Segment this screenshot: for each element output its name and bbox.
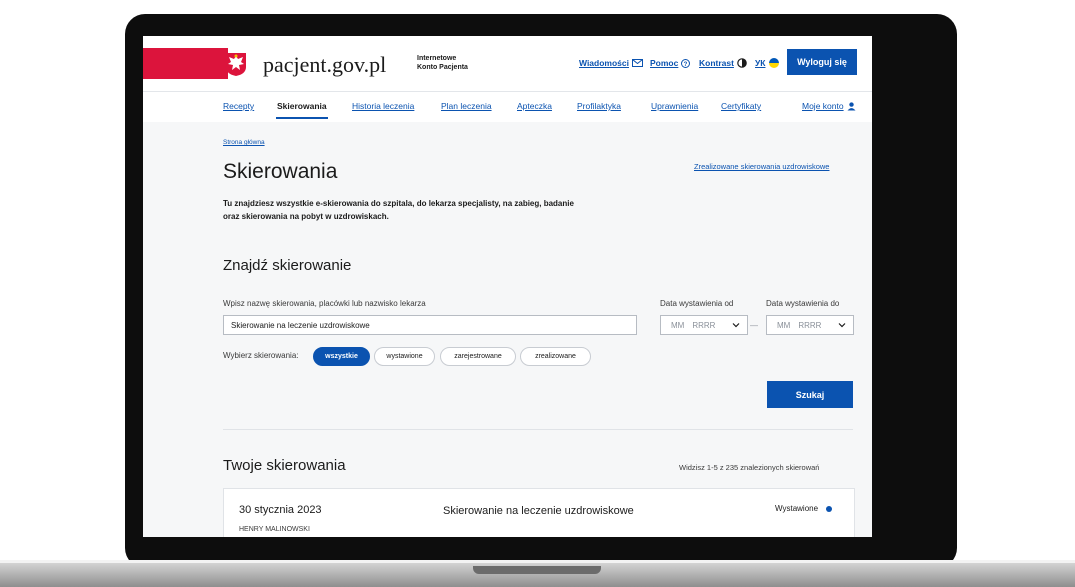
flag-banner bbox=[143, 48, 228, 79]
user-icon bbox=[847, 101, 856, 110]
date-from-year: RRRR bbox=[692, 320, 716, 330]
nav-moje-konto-label: Moje konto bbox=[802, 101, 844, 111]
date-from-month: MM bbox=[671, 320, 685, 330]
contrast-label: Kontrast bbox=[699, 58, 734, 68]
language-label: УК bbox=[755, 58, 766, 68]
contrast-icon bbox=[737, 58, 747, 68]
date-to-year: RRRR bbox=[798, 320, 822, 330]
referral-date: 30 stycznia 2023 bbox=[239, 504, 322, 516]
nav-historia-leczenia[interactable]: Historia leczenia bbox=[352, 101, 414, 111]
laptop-notch bbox=[473, 566, 601, 574]
nav-certyfikaty[interactable]: Certyfikaty bbox=[721, 101, 761, 111]
results-count: Widzisz 1-5 z 235 znalezionych skierowań bbox=[679, 463, 820, 472]
contrast-link[interactable]: Kontrast bbox=[699, 58, 747, 68]
spa-referrals-link[interactable]: Zrealizowane skierowania uzdrowiskowe bbox=[694, 162, 829, 171]
nav-recepty[interactable]: Recepty bbox=[223, 101, 254, 111]
help-link[interactable]: Pomoc ? bbox=[650, 58, 691, 68]
ukraine-flag-icon bbox=[769, 58, 780, 68]
filter-chip-completed[interactable]: zrealizowane bbox=[520, 347, 591, 366]
filter-label: Wybierz skierowania: bbox=[223, 351, 299, 360]
date-to-month: MM bbox=[777, 320, 791, 330]
date-range-dash: — bbox=[750, 321, 758, 330]
site-logo-subtitle: Internetowe Konto Pacjenta bbox=[417, 54, 468, 72]
nav-plan-leczenia[interactable]: Plan leczenia bbox=[441, 101, 492, 111]
search-heading: Znajdź skierowanie bbox=[223, 257, 352, 274]
breadcrumb-home[interactable]: Strona główna bbox=[223, 139, 265, 146]
nav-active-indicator bbox=[276, 117, 328, 119]
envelope-icon bbox=[632, 59, 643, 67]
filter-chip-issued[interactable]: wystawione bbox=[374, 347, 435, 366]
search-button[interactable]: Szukaj bbox=[767, 381, 853, 408]
language-link[interactable]: УК bbox=[755, 58, 780, 68]
nav-apteczka[interactable]: Apteczka bbox=[517, 101, 552, 111]
laptop-base-rim bbox=[0, 560, 1075, 563]
filter-chip-all[interactable]: wszystkie bbox=[313, 347, 370, 366]
date-to-label: Data wystawienia do bbox=[766, 299, 840, 308]
intro-line-1: Tu znajdziesz wszystkie e-skierowania do… bbox=[223, 199, 574, 208]
nav-uprawnienia[interactable]: Uprawnienia bbox=[651, 101, 698, 111]
poland-eagle-icon bbox=[224, 51, 248, 77]
site-logo-text[interactable]: pacjent.gov.pl bbox=[263, 52, 386, 78]
search-input[interactable]: Skierowanie na leczenie uzdrowiskowe bbox=[223, 315, 637, 335]
browser-screen: pacjent.gov.pl Internetowe Konto Pacjent… bbox=[143, 36, 872, 537]
nav-profilaktyka[interactable]: Profilaktyka bbox=[577, 101, 621, 111]
chevron-down-icon bbox=[838, 323, 846, 328]
help-circle-icon: ? bbox=[681, 58, 691, 68]
referral-title: Skierowanie na leczenie uzdrowiskowe bbox=[443, 505, 634, 517]
status-label: Wystawione bbox=[775, 504, 819, 513]
messages-link[interactable]: Wiadomości bbox=[579, 58, 643, 68]
svg-text:?: ? bbox=[684, 62, 688, 68]
status-badge: Wystawione bbox=[775, 504, 833, 513]
section-divider bbox=[223, 429, 853, 430]
page-intro: Tu znajdziesz wszystkie e-skierowania do… bbox=[223, 197, 663, 223]
help-label: Pomoc bbox=[650, 58, 679, 68]
logout-button[interactable]: Wyloguj się bbox=[787, 49, 857, 75]
intro-line-2: oraz skierowania na pobyt w uzdrowiskach… bbox=[223, 212, 389, 221]
messages-label: Wiadomości bbox=[579, 58, 629, 68]
chevron-down-icon bbox=[732, 323, 740, 328]
page-title: Skierowania bbox=[223, 160, 338, 183]
logo-sub-line-1: Internetowe bbox=[417, 55, 457, 62]
filter-chip-registered[interactable]: zarejestrowane bbox=[440, 347, 516, 366]
referral-doctor: HENRY MALINOWSKI bbox=[239, 526, 310, 533]
logo-sub-line-2: Konto Pacjenta bbox=[417, 64, 468, 71]
date-from-select[interactable]: MM RRRR bbox=[660, 315, 748, 335]
date-to-select[interactable]: MM RRRR bbox=[766, 315, 854, 335]
nav-moje-konto[interactable]: Moje konto bbox=[802, 101, 856, 111]
results-heading: Twoje skierowania bbox=[223, 457, 346, 474]
query-label: Wpisz nazwę skierowania, placówki lub na… bbox=[223, 299, 426, 308]
date-from-label: Data wystawienia od bbox=[660, 299, 734, 308]
nav-skierowania[interactable]: Skierowania bbox=[277, 101, 327, 111]
status-dot-icon bbox=[826, 505, 833, 512]
